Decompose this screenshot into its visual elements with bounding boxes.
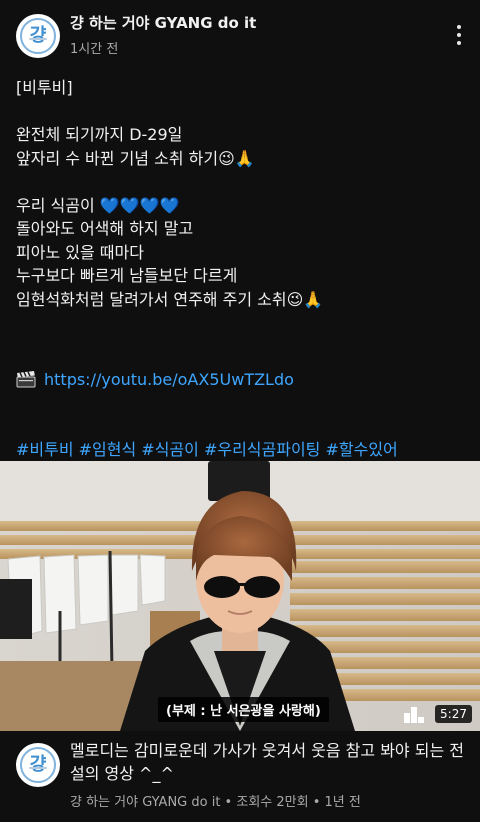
more-options-icon[interactable]	[448, 22, 470, 48]
blue-hearts-icon: 💙💙💙💙	[99, 195, 180, 215]
channel-avatar[interactable]: 걍	[16, 743, 60, 787]
post-hashtags[interactable]: #비투비 #임현식 #식곰이 #우리식곰파이팅 #할수있어	[16, 438, 466, 462]
thumbnail-image	[0, 461, 480, 731]
avatar-logo: 걍	[20, 18, 56, 54]
video-title[interactable]: 멜로디는 감미로운데 가사가 웃겨서 웃음 참고 봐야 되는 전설의 영상 ^_…	[70, 739, 470, 785]
wink-emoji: 😉	[286, 289, 304, 309]
post-link[interactable]: https://youtu.be/oAX5UwTZLdo	[44, 368, 294, 392]
praying-hands-icon: 🙏	[303, 289, 324, 309]
channel-avatar[interactable]: 걍	[16, 14, 60, 58]
post-line-text: 우리 식곰이	[16, 195, 95, 215]
wink-emoji: 😉	[218, 148, 235, 168]
post-line: 돌아와도 어색해 하지 말고	[16, 219, 194, 238]
avatar-logo: 걍	[20, 747, 56, 783]
post-line-hearts: 우리 식곰이 💙💙💙💙	[16, 194, 466, 218]
video-caption: (부제 : 난 서은광을 사랑해)	[158, 697, 329, 722]
post-header: 걍 걍 하는 거야 GYANG do it 1시간 전	[0, 0, 480, 70]
avatar-glyph: 걍	[29, 25, 47, 46]
post-link-line: https://youtu.be/oAX5UwTZLdo	[16, 368, 466, 392]
praying-hands-icon: 🙏	[234, 148, 255, 168]
post-line: 누구보다 빠르게 남들보단 다르게	[16, 266, 238, 285]
post-line-emoji: 앞자리 수 바뀐 기념 소취 하기😉🙏	[16, 147, 466, 171]
avatar-glyph: 걍	[29, 754, 47, 775]
video-info[interactable]: 걍 멜로디는 감미로운데 가사가 웃겨서 웃음 참고 봐야 되는 전설의 영상 …	[0, 731, 480, 822]
post-line-text: 앞자리 수 바뀐 기념 소취 하기	[16, 148, 219, 168]
post-line: 완전체 되기까지 D-29일	[16, 125, 183, 144]
clapperboard-icon	[16, 371, 36, 388]
post-time: 1시간 전	[70, 42, 119, 57]
post-body: [비투비] 완전체 되기까지 D-29일 앞자리 수 바뀐 기념 소취 하기😉🙏…	[16, 76, 466, 462]
post-line: 피아노 있을 때마다	[16, 242, 144, 262]
video-duration: 5:27	[435, 705, 472, 723]
post-line-emoji: 임현석화처럼 달려가서 연주해 주기 소취😉🙏	[16, 288, 466, 312]
post-line: [비투비]	[16, 78, 73, 97]
post-line-text: 임현석화처럼 달려가서 연주해 주기 소취	[16, 289, 287, 309]
channel-name[interactable]: 걍 하는 거야 GYANG do it	[70, 12, 256, 33]
video-thumbnail[interactable]: (부제 : 난 서은광을 사랑해) 5:27	[0, 461, 480, 731]
video-meta: 걍 하는 거야 GYANG do it • 조회수 2만회 • 1년 전	[70, 795, 361, 810]
